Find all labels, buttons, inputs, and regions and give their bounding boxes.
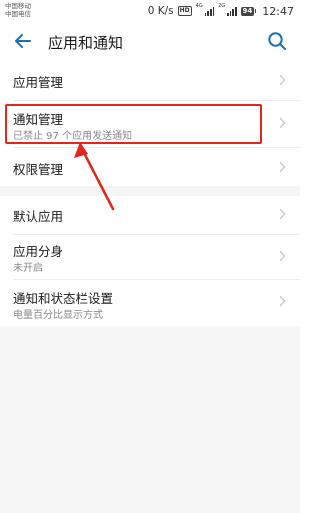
status-bar: 中国移动 中国电信 0 K/s HD 4G 2G 94 12:47	[0, 0, 300, 22]
carrier-2-label: 中国电信	[5, 10, 31, 18]
network-type-2: 2G	[218, 3, 226, 9]
arrow-left-icon[interactable]	[12, 30, 34, 52]
page-title: 应用和通知	[48, 34, 124, 52]
chevron-right-icon	[279, 250, 286, 262]
item-title: 权限管理	[13, 162, 64, 177]
settings-item-default-apps[interactable]: 默认应用	[0, 196, 300, 234]
settings-item-app-management[interactable]: 应用管理	[0, 60, 300, 100]
section-gap	[0, 186, 300, 196]
item-subtitle: 电量百分比显示方式	[13, 310, 103, 321]
signal-icon-2	[227, 6, 237, 16]
item-title: 应用分身	[13, 244, 64, 259]
battery-level: 94	[240, 6, 255, 16]
settings-item-permission-management[interactable]: 权限管理	[0, 148, 300, 186]
hd-voice-badge: HD	[177, 6, 192, 16]
chevron-right-icon	[279, 208, 286, 220]
settings-item-notification-statusbar[interactable]: 通知和状态栏设置 电量百分比显示方式	[0, 280, 300, 324]
settings-item-notification-management[interactable]: 通知管理 已禁止 97 个应用发送通知	[0, 101, 300, 147]
item-subtitle: 已禁止 97 个应用发送通知	[13, 131, 133, 142]
page-background	[0, 326, 300, 513]
chevron-right-icon	[279, 117, 286, 129]
battery-icon: 94	[240, 6, 257, 16]
item-title: 通知和状态栏设置	[13, 291, 114, 306]
chevron-right-icon	[279, 295, 286, 307]
network-type-1: 4G	[195, 3, 203, 9]
item-title: 默认应用	[13, 209, 64, 224]
carrier-1-label: 中国移动	[5, 2, 31, 10]
item-title: 应用管理	[13, 75, 64, 90]
signal-icon	[204, 6, 215, 16]
status-indicators: 0 K/s HD 4G 2G 94 12:47	[148, 4, 294, 18]
chevron-right-icon	[279, 161, 286, 173]
settings-item-app-twin[interactable]: 应用分身 未开启	[0, 235, 300, 279]
chevron-right-icon	[279, 74, 286, 86]
search-icon[interactable]	[266, 30, 288, 52]
item-title: 通知管理	[13, 112, 64, 127]
clock: 12:47	[262, 4, 294, 18]
item-subtitle: 未开启	[13, 263, 43, 274]
network-speed: 0 K/s	[147, 5, 174, 17]
app-bar: 应用和通知	[0, 22, 300, 60]
